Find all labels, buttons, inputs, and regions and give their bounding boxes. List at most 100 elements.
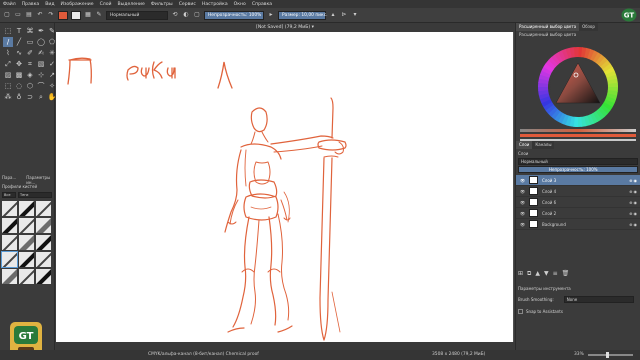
select-shapes-icon[interactable]: ⬚: [3, 26, 13, 36]
brush-preset[interactable]: [19, 201, 34, 216]
add-layer-icon[interactable]: ⊞: [518, 270, 523, 278]
alpha-lock-icon[interactable]: ▢: [193, 11, 201, 19]
brush-preset[interactable]: [36, 269, 51, 284]
mirror-vertical-icon[interactable]: ⊳: [340, 11, 348, 19]
delete-layer-icon[interactable]: 🗑: [562, 270, 570, 278]
color-wheel[interactable]: [518, 41, 638, 141]
line-tool-icon[interactable]: ╱: [14, 37, 24, 47]
redo-icon[interactable]: ↷: [47, 11, 55, 19]
visibility-eye-icon[interactable]: 👁: [520, 189, 525, 194]
zoom-tool-icon[interactable]: ⌕: [36, 92, 46, 102]
snap-checkbox[interactable]: [518, 309, 523, 314]
tab-layers[interactable]: Слои: [516, 141, 533, 149]
move-layer-up-icon[interactable]: ▲: [535, 270, 540, 278]
brush-preset-selected[interactable]: [1, 251, 18, 268]
brush-preset[interactable]: [36, 252, 51, 267]
layer-opacity-slider[interactable]: Непрозрачность: 100%: [518, 166, 638, 173]
menu-item[interactable]: Файл: [3, 2, 16, 7]
tab-overview[interactable]: Обзор: [579, 23, 598, 31]
layer-row[interactable]: 👁 Слой 3 ⊕◉: [516, 175, 640, 186]
opacity-arrow-icon[interactable]: ▸: [267, 11, 275, 19]
magnetic-select-icon[interactable]: ⊃: [25, 92, 35, 102]
freehand-select-icon[interactable]: ⌒: [36, 81, 46, 91]
drawing-canvas[interactable]: [56, 32, 513, 342]
zoom-slider[interactable]: [588, 352, 633, 358]
visibility-eye-icon[interactable]: 👁: [520, 222, 525, 227]
menu-item[interactable]: Выделение: [118, 2, 145, 7]
menu-item[interactable]: Изображение: [61, 2, 94, 7]
menu-item[interactable]: Правка: [22, 2, 39, 7]
wrap-icon[interactable]: ▾: [351, 11, 359, 19]
brush-preset[interactable]: [2, 218, 17, 233]
bezier-select-icon[interactable]: ♁: [14, 92, 24, 102]
rectangle-tool-icon[interactable]: ▭: [25, 37, 35, 47]
layer-blend-mode-select[interactable]: Нормальный: [518, 158, 638, 165]
brush-filter-all[interactable]: Все: [2, 192, 16, 198]
edit-shapes-icon[interactable]: ⌘: [25, 26, 35, 36]
layer-row[interactable]: 👁 Слой 2 ⊕◉: [516, 208, 640, 219]
tab-advanced-color-selector[interactable]: Расширенный выбор цвета: [516, 23, 580, 31]
menu-item[interactable]: Окно: [234, 2, 246, 7]
brush-preset[interactable]: [36, 218, 51, 233]
layer-lock-icons[interactable]: ⊕◉: [629, 211, 638, 216]
calligraphy-icon[interactable]: ✒: [36, 26, 46, 36]
brush-preset[interactable]: [2, 201, 17, 216]
menu-item[interactable]: Вид: [45, 2, 54, 7]
brush-filter-tags[interactable]: Теги: [18, 192, 52, 198]
eraser-mode-icon[interactable]: ◐: [182, 11, 190, 19]
move-tool-icon[interactable]: ✥: [14, 59, 24, 69]
brush-preset[interactable]: [36, 201, 51, 216]
freehand-path-icon[interactable]: ✐: [25, 48, 35, 58]
save-icon[interactable]: ▤: [25, 11, 33, 19]
background-color-swatch[interactable]: [71, 10, 81, 20]
ellipse-select-icon[interactable]: ◌: [14, 81, 24, 91]
layer-row[interactable]: 👁 Слой 6 ⊕◉: [516, 197, 640, 208]
undo-icon[interactable]: ↶: [36, 11, 44, 19]
text-tool-icon[interactable]: T: [14, 26, 24, 36]
menu-item[interactable]: Фильтры: [151, 2, 173, 7]
dynamic-brush-icon[interactable]: ✍: [36, 48, 46, 58]
horizontal-scrollbar[interactable]: [56, 342, 514, 350]
transform-tool-icon[interactable]: ⤢: [3, 59, 13, 69]
size-slider[interactable]: Размер: 10,00 пикс.: [278, 10, 328, 20]
layer-row[interactable]: 👁 Background ⊕◉: [516, 219, 640, 230]
colorize-mask-icon[interactable]: ▨: [3, 70, 13, 80]
brush-preset[interactable]: [19, 269, 34, 284]
gradient-tool-icon[interactable]: ▧: [36, 59, 46, 69]
rect-select-icon[interactable]: ⬚: [3, 81, 13, 91]
similar-select-icon[interactable]: ⁂: [3, 92, 13, 102]
fill-tool-icon[interactable]: ◈: [25, 70, 35, 80]
tab-channels[interactable]: Каналы: [532, 141, 555, 149]
blend-mode-select[interactable]: Нормальный: [106, 10, 168, 20]
layer-row[interactable]: 👁 Слой 4 ⊕◉: [516, 186, 640, 197]
reset-icon[interactable]: ⟲: [171, 11, 179, 19]
layer-properties-icon[interactable]: ≡: [553, 270, 558, 278]
open-icon[interactable]: ▭: [14, 11, 22, 19]
brush-preset[interactable]: [19, 235, 34, 250]
layer-lock-icons[interactable]: ⊕◉: [629, 222, 638, 227]
visibility-eye-icon[interactable]: 👁: [520, 211, 525, 216]
smart-patch-icon[interactable]: ▩: [14, 70, 24, 80]
duplicate-layer-icon[interactable]: ⧉: [527, 270, 531, 278]
brush-preset[interactable]: [2, 235, 17, 250]
bezier-tool-icon[interactable]: ∿: [14, 48, 24, 58]
menu-item[interactable]: Сервис: [179, 2, 196, 7]
visibility-eye-icon[interactable]: 👁: [520, 200, 525, 205]
crop-tool-icon[interactable]: ⌗: [25, 59, 35, 69]
menu-item[interactable]: Справка: [252, 2, 272, 7]
brush-preset-icon[interactable]: ✎: [95, 11, 103, 19]
polyline-tool-icon[interactable]: ⌇: [3, 48, 13, 58]
visibility-eye-icon[interactable]: 👁: [520, 178, 525, 183]
layer-lock-icons[interactable]: ⊕◉: [629, 200, 638, 205]
new-document-icon[interactable]: ▢: [3, 11, 11, 19]
menu-item[interactable]: Слой: [100, 2, 112, 7]
mirror-horizontal-icon[interactable]: ▴: [329, 11, 337, 19]
ellipse-tool-icon[interactable]: ◯: [36, 37, 46, 47]
brush-preset[interactable]: [19, 252, 34, 267]
foreground-color-swatch[interactable]: [58, 10, 68, 20]
layer-lock-icons[interactable]: ⊕◉: [629, 178, 638, 183]
brush-preset[interactable]: [19, 218, 34, 233]
assistant-tool-icon[interactable]: ⊹: [36, 70, 46, 80]
polygon-select-icon[interactable]: ⬡: [25, 81, 35, 91]
menu-item[interactable]: Настройка: [202, 2, 228, 7]
